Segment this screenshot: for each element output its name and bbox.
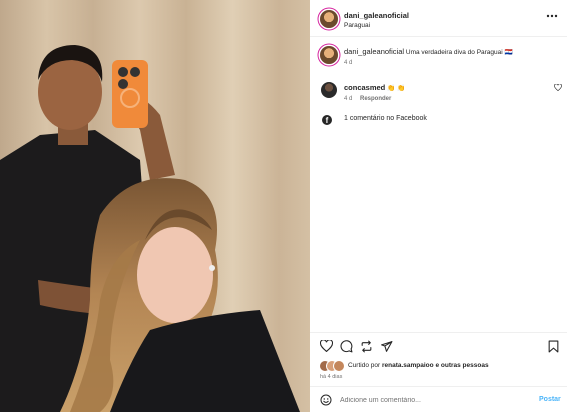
comment-line: concasmed 👏 👏 [344, 83, 405, 92]
post-photo-illustration [0, 0, 310, 412]
caption-author[interactable]: dani_galeanoficial [344, 47, 404, 56]
liker-avatar[interactable] [334, 361, 344, 371]
emoji-icon[interactable] [320, 394, 332, 406]
comment-reply-button[interactable]: Responder [360, 96, 391, 102]
comment-item: concasmed 👏 👏 4 d Responder [310, 78, 567, 108]
commenter-avatar[interactable] [321, 82, 337, 98]
post-location[interactable]: Paraguai [344, 22, 370, 29]
post-comment-button[interactable]: Postar [539, 396, 561, 403]
author-avatar[interactable] [320, 10, 338, 28]
caption-text: Uma verdadeira diva do Paraguai 🇵🇾 [405, 49, 513, 56]
likes-suffix[interactable]: e outras pessoas [435, 362, 488, 369]
bookmark-icon[interactable] [548, 340, 559, 353]
posted-time[interactable]: há 4 dias [320, 374, 342, 380]
caption-time[interactable]: 4 d [344, 60, 352, 66]
author-username[interactable]: dani_galeanoficial [344, 11, 409, 20]
likes-user[interactable]: renata.sampaioo [382, 362, 434, 369]
facebook-comments-label[interactable]: 1 comentário no Facebook [344, 115, 427, 122]
post-photo[interactable] [0, 0, 310, 412]
action-bar [310, 338, 567, 354]
header-divider [310, 36, 567, 37]
comment-input[interactable] [340, 395, 520, 405]
post-details-panel: dani_galeanoficial Paraguai dani_galeano… [310, 0, 567, 412]
repost-icon[interactable] [360, 340, 373, 353]
heart-icon[interactable] [320, 340, 333, 352]
comment-like-heart-icon[interactable] [554, 84, 562, 91]
facebook-icon: f [322, 115, 332, 125]
likes-text: Curtido por renata.sampaioo e outras pes… [348, 362, 489, 369]
caption-line: dani_galeanoficial Uma verdadeira diva d… [344, 47, 513, 56]
comment-text: 👏 👏 [387, 85, 406, 92]
comment-author[interactable]: concasmed [344, 83, 385, 92]
comment-box: Postar [310, 390, 567, 410]
likes-prefix: Curtido por [348, 362, 381, 369]
instagram-post-modal: dani_galeanoficial Paraguai dani_galeano… [0, 0, 567, 412]
facebook-comments-row[interactable]: f 1 comentário no Facebook [310, 113, 567, 127]
post-header: dani_galeanoficial Paraguai [310, 0, 567, 36]
caption: dani_galeanoficial Uma verdadeira diva d… [310, 42, 567, 72]
comment-time[interactable]: 4 d [344, 96, 352, 102]
comment-icon[interactable] [340, 340, 353, 353]
caption-avatar[interactable] [320, 46, 338, 64]
actions-divider [310, 332, 567, 333]
send-icon[interactable] [380, 340, 393, 353]
likes-row: Curtido por renata.sampaioo e outras pes… [310, 360, 567, 372]
comment-box-divider [310, 386, 567, 387]
more-horizontal-icon[interactable] [546, 14, 558, 18]
